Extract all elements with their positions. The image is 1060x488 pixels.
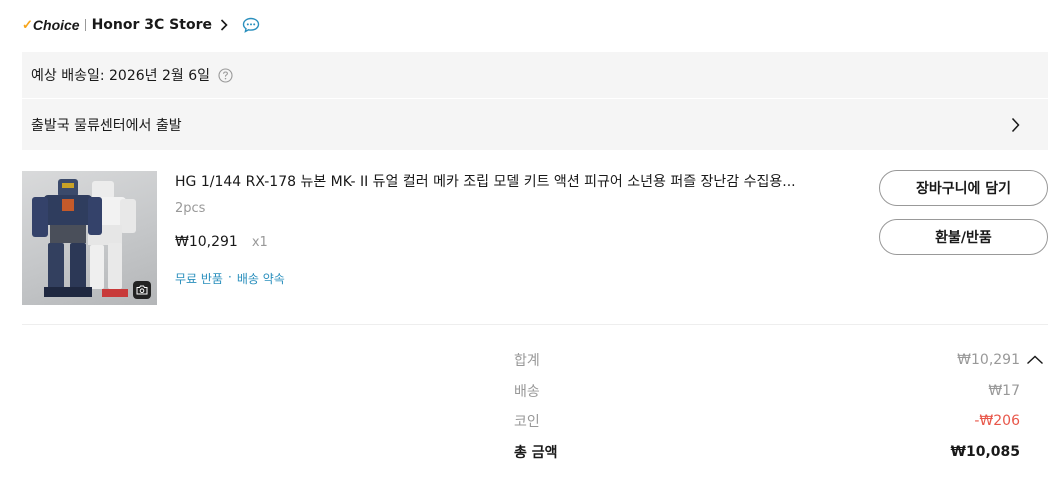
product-variant: 2pcs — [175, 201, 206, 216]
chevron-right-icon[interactable] — [220, 19, 228, 31]
chevron-up-icon[interactable] — [1026, 355, 1044, 365]
store-divider — [84, 19, 86, 31]
delivery-promise-tag[interactable]: 배송 약속 — [237, 270, 285, 287]
shipping-label: 배송 — [514, 384, 540, 400]
chevron-right-icon — [1011, 117, 1020, 133]
total-row: 총 금액 ₩10,085 — [514, 441, 1020, 463]
price-row: ₩10,291 x1 — [175, 234, 268, 250]
camera-icon[interactable] — [133, 281, 151, 299]
total-label: 총 금액 — [514, 445, 558, 461]
product-quantity: x1 — [251, 235, 268, 250]
store-header: ✓ Choice Honor 3C Store — [22, 12, 260, 38]
total-value: ₩10,085 — [950, 444, 1020, 460]
logistics-status-row[interactable]: 출발국 물류센터에서 출발 — [22, 99, 1048, 150]
store-name-link[interactable]: Honor 3C Store — [92, 17, 212, 33]
subtotal-value: ₩10,291 — [957, 352, 1020, 368]
order-detail-page: ✓ Choice Honor 3C Store 예상 배송일: 2026년 2월… — [0, 0, 1060, 488]
choice-label: Choice — [32, 17, 80, 33]
section-divider — [22, 324, 1048, 325]
estimated-delivery: 예상 배송일: 2026년 2월 6일 — [31, 64, 233, 86]
add-to-cart-button[interactable]: 장바구니에 담기 — [879, 170, 1048, 206]
subtotal-row: 합계 ₩10,291 — [514, 349, 1020, 371]
shipping-row: 배송 ₩17 — [514, 380, 1020, 402]
chat-icon[interactable] — [242, 17, 260, 33]
refund-return-button[interactable]: 환불/반품 — [879, 219, 1048, 255]
subtotal-label: 합계 — [514, 353, 540, 369]
product-price: ₩10,291 — [175, 234, 238, 250]
shipping-value: ₩17 — [988, 383, 1020, 399]
estimated-delivery-text: 예상 배송일: 2026년 2월 6일 — [31, 68, 211, 84]
service-tags: 무료 반품 · 배송 약속 — [175, 270, 285, 287]
coin-row: 코인 -₩206 — [514, 410, 1020, 432]
logistics-status-text: 출발국 물류센터에서 출발 — [31, 117, 182, 134]
free-return-tag[interactable]: 무료 반품 — [175, 270, 223, 287]
help-icon[interactable] — [218, 67, 233, 83]
coin-label: 코인 — [514, 414, 540, 430]
product-title-link[interactable]: HG 1/144 RX-178 뉴본 MK- II 듀얼 컬러 메카 조립 모델… — [175, 171, 855, 193]
delivery-info-box: 예상 배송일: 2026년 2월 6일 출발국 물류센터에서 출발 — [22, 52, 1048, 150]
service-separator: · — [227, 270, 232, 284]
coin-value: -₩206 — [974, 413, 1020, 429]
product-image[interactable] — [22, 171, 157, 305]
choice-check-icon: ✓ — [22, 17, 33, 32]
choice-badge: ✓ Choice — [22, 17, 80, 33]
